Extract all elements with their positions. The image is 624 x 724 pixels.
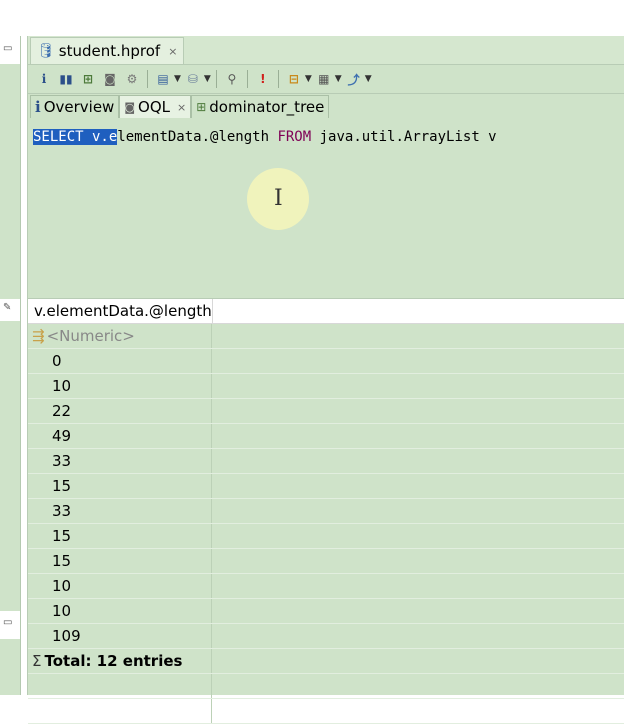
toolbar-separator [215, 70, 217, 88]
tab-label: student.hprof [58, 42, 161, 60]
gear-icon[interactable]: ⚙ [122, 69, 142, 89]
editor-tab-bar: 🛢 student.hprof × [28, 36, 624, 65]
query-selection: SELECT v.e [33, 129, 118, 145]
oql-query-editor[interactable]: SELECT v.elementData.@length FROM java.u… [28, 128, 624, 299]
table-row[interactable]: 10 [28, 574, 624, 599]
total-label: Total: 12 entries [44, 652, 183, 670]
cell-value: 33 [28, 449, 212, 473]
results-table: v.elementData.@length ⇶ <Numeric> 0 10 22… [28, 299, 624, 724]
cell-value: 15 [28, 549, 212, 573]
minimize-icon[interactable]: ▭ [3, 43, 12, 54]
query-text[interactable]: SELECT v.elementData.@length FROM java.u… [28, 128, 624, 146]
editor-toolbar: i ▮▮ ⊞ ◙ ⚙ ▤ ▼ ⛁ ▼ ⚲ ! ⊟ ▼ ▦ ▼ ⤴ ▼ [28, 65, 624, 94]
sigma-icon: Σ [32, 652, 42, 670]
oql-icon: ◙ [124, 100, 136, 114]
chevron-down-icon[interactable]: ▼ [305, 74, 312, 84]
chevron-down-icon[interactable]: ▼ [365, 74, 372, 84]
table-row[interactable]: 109 [28, 624, 624, 649]
tab-label: Overview [43, 98, 115, 116]
table-row[interactable]: 0 [28, 349, 624, 374]
cell-value: 15 [28, 474, 212, 498]
type-row: ⇶ <Numeric> [28, 324, 624, 349]
numeric-type-icon: ⇶ [32, 327, 45, 345]
heap-editor: 🛢 student.hprof × i ▮▮ ⊞ ◙ ⚙ ▤ ▼ ⛁ ▼ ⚲ !… [27, 36, 624, 724]
run-report-icon[interactable]: ▤ [153, 69, 173, 89]
tab-student-hprof[interactable]: 🛢 student.hprof × [30, 37, 185, 64]
table-row[interactable]: 33 [28, 449, 624, 474]
export-icon[interactable]: ⤴ [344, 69, 364, 89]
dominator-tree-icon[interactable]: ⊞ [78, 69, 98, 89]
empty-row [28, 699, 624, 724]
execute-icon[interactable]: ! [253, 69, 273, 89]
columns-icon[interactable]: ▦ [314, 69, 334, 89]
chevron-down-icon[interactable]: ▼ [335, 74, 342, 84]
type-label: <Numeric> [46, 327, 135, 345]
toolbar-separator [246, 70, 248, 88]
info-icon: i [35, 98, 41, 116]
toolbar-separator [277, 70, 279, 88]
query-fragment: lementData.@length [117, 129, 278, 145]
result-tabs: i Overview ◙ OQL × ⊞ dominator_tree [28, 94, 624, 118]
chevron-down-icon[interactable]: ▼ [204, 74, 211, 84]
cell-value: 22 [28, 399, 212, 423]
search-icon[interactable]: ⚲ [222, 69, 242, 89]
cell-value: 0 [28, 349, 212, 373]
total-row: Σ Total: 12 entries [28, 649, 624, 674]
column-header-label[interactable]: v.elementData.@length [28, 299, 213, 323]
cell-value: 109 [28, 624, 212, 648]
minimize-icon-2[interactable]: ▭ [3, 617, 12, 628]
tab-label: dominator_tree [209, 98, 325, 116]
cell-value: 10 [28, 599, 212, 623]
tab-label: OQL [138, 98, 170, 116]
pin-icon[interactable]: ✎ [3, 302, 11, 313]
dominator-tree-icon: ⊞ [196, 100, 207, 114]
column-header[interactable]: v.elementData.@length [28, 299, 624, 324]
chevron-down-icon[interactable]: ▼ [174, 74, 181, 84]
left-panel-edge: ▭ ✎ ▭ [0, 36, 21, 695]
query-keyword-from: FROM [277, 129, 312, 145]
database-icon: 🛢 [37, 43, 55, 59]
tab-dominator-tree[interactable]: ⊞ dominator_tree [191, 95, 330, 118]
close-icon[interactable]: × [168, 45, 177, 58]
table-row[interactable]: 10 [28, 374, 624, 399]
table-row[interactable]: 10 [28, 599, 624, 624]
group-icon[interactable]: ⊟ [284, 69, 304, 89]
cell-value: 49 [28, 424, 212, 448]
cell-value: 33 [28, 499, 212, 523]
close-icon[interactable]: × [177, 101, 186, 114]
table-row[interactable]: 15 [28, 549, 624, 574]
table-row[interactable]: 33 [28, 499, 624, 524]
cell-value: 15 [28, 524, 212, 548]
cell-value: 10 [28, 574, 212, 598]
text-cursor-icon: I [274, 186, 283, 211]
cell-value: 10 [28, 374, 212, 398]
table-row[interactable]: 15 [28, 524, 624, 549]
tab-overview[interactable]: i Overview [30, 95, 120, 118]
toolbar-separator [147, 70, 148, 88]
empty-row [28, 674, 624, 699]
info-icon[interactable]: i [34, 69, 54, 89]
query-fragment: java.util.ArrayList v [311, 129, 497, 145]
oql-icon[interactable]: ◙ [100, 69, 120, 89]
table-row[interactable]: 15 [28, 474, 624, 499]
table-row[interactable]: 49 [28, 424, 624, 449]
table-row[interactable]: 22 [28, 399, 624, 424]
query-browser-icon[interactable]: ⛁ [183, 69, 203, 89]
tab-oql[interactable]: ◙ OQL × [119, 95, 192, 118]
histogram-icon[interactable]: ▮▮ [56, 69, 76, 89]
